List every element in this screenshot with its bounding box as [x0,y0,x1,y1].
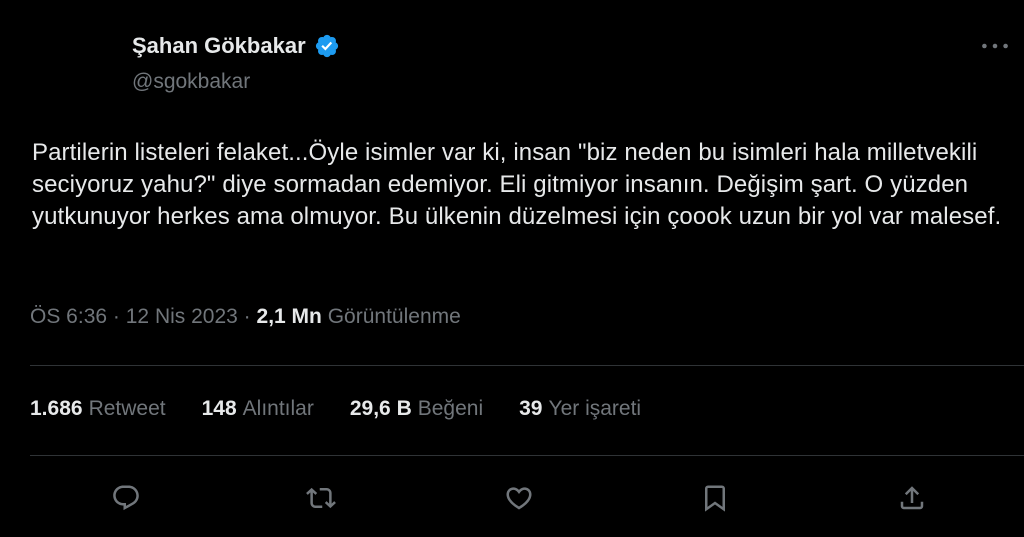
views-count: 2,1 Mn [256,305,322,328]
action-bar [0,476,1024,520]
author-name[interactable]: Şahan Gökbakar [132,33,306,59]
author-name-row[interactable]: Şahan Gökbakar [132,33,340,59]
likes-stat[interactable]: 29,6 B Beğeni [350,397,483,421]
bookmark-icon[interactable] [693,476,737,520]
retweets-count: 1.686 [30,397,83,420]
share-icon[interactable] [890,476,934,520]
author-handle[interactable]: @sgokbakar [132,70,250,94]
bookmarks-stat[interactable]: 39 Yer işareti [519,397,641,421]
likes-count: 29,6 B [349,397,412,420]
engagement-stats: 1.686 Retweet 148 Alıntılar 29,6 B Beğen… [30,397,677,421]
quotes-label: Alıntılar [242,397,314,420]
quotes-count: 148 [201,397,237,420]
divider [30,455,1024,456]
tweet-date[interactable]: 12 Nis 2023 [126,305,238,328]
avatar[interactable] [30,28,114,112]
tweet-time[interactable]: ÖS 6:36 [30,305,107,328]
retweets-stat[interactable]: 1.686 Retweet [30,397,166,421]
bookmarks-count: 39 [519,397,543,420]
likes-label: Beğeni [417,397,484,420]
meta-separator: · [243,305,251,328]
views-label: Görüntülenme [327,305,461,328]
like-icon[interactable] [497,476,541,520]
quotes-stat[interactable]: 148 Alıntılar [202,397,314,421]
more-options-icon[interactable] [978,36,1012,56]
reply-icon[interactable] [104,476,148,520]
divider [30,365,1024,366]
retweet-icon[interactable] [299,476,343,520]
meta-separator: · [112,305,120,328]
bookmarks-label: Yer işareti [548,397,642,420]
verified-badge-icon[interactable] [314,33,340,59]
tweet-text: Partilerin listeleri felaket...Öyle isim… [32,139,1002,230]
retweets-label: Retweet [88,397,166,420]
tweet-meta: ÖS 6:36 · 12 Nis 2023 · 2,1 Mn Görüntüle… [30,305,461,329]
tweet-detail: Şahan Gökbakar @sgokbakar Partilerin lis… [0,0,1024,537]
